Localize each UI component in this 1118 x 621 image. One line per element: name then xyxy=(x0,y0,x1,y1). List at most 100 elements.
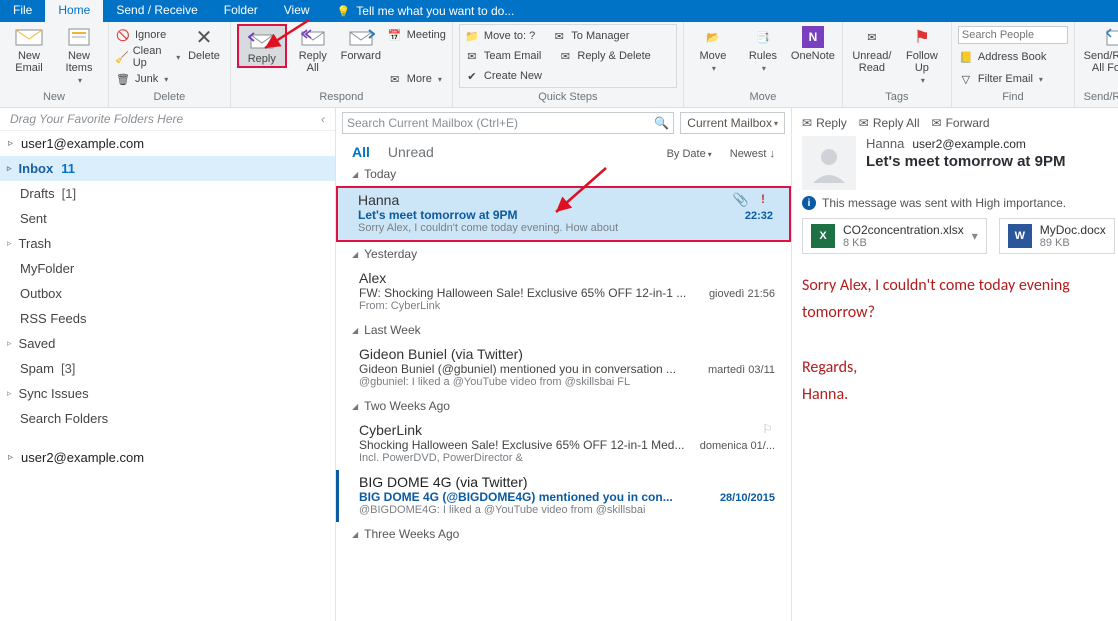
meeting-icon: 📅 xyxy=(387,27,403,43)
forward-button[interactable]: Forward xyxy=(339,24,383,62)
attach-size: 8 KB xyxy=(843,237,964,249)
reading-forward[interactable]: ✉Forward xyxy=(932,116,990,130)
address-book-button[interactable]: 📒Address Book xyxy=(958,48,1068,66)
sort-newest[interactable]: Newest ↓ xyxy=(730,148,775,160)
new-email-label: New Email xyxy=(15,50,43,74)
msg-time: 28/10/2015 xyxy=(720,492,775,504)
ribbon: New Email New Items New 🚫Ignore 🧹Clean U… xyxy=(0,22,1118,108)
follow-up-button[interactable]: ⚑Follow Up xyxy=(899,24,945,85)
folder-sent[interactable]: Sent xyxy=(0,206,335,231)
meeting-button[interactable]: 📅Meeting xyxy=(387,26,446,44)
folder-sent-label: Sent xyxy=(20,211,47,226)
group-yesterday[interactable]: Yesterday xyxy=(336,242,791,266)
folder-myfolder[interactable]: MyFolder xyxy=(0,256,335,281)
unread-icon: ✉ xyxy=(858,26,886,48)
message-lw-gideon[interactable]: Gideon Buniel (via Twitter) Gideon Bunie… xyxy=(336,342,791,394)
reading-reply[interactable]: ✉Reply xyxy=(802,116,847,130)
attachment-xlsx[interactable]: X CO2concentration.xlsx8 KB ▾ xyxy=(802,218,987,254)
move-button[interactable]: 📂Move xyxy=(690,24,736,73)
menu-view[interactable]: View xyxy=(271,0,323,22)
group-last-week[interactable]: Last Week xyxy=(336,318,791,342)
message-yest-alex[interactable]: Alex FW: Shocking Halloween Sale! Exclus… xyxy=(336,266,791,318)
account-2[interactable]: user2@example.com xyxy=(0,445,335,470)
folder-trash[interactable]: Trash xyxy=(0,231,335,256)
folder-spam[interactable]: Spam[3] xyxy=(0,356,335,381)
folder-inbox[interactable]: Inbox11 xyxy=(0,156,335,181)
rules-button[interactable]: 📑Rules xyxy=(740,24,786,73)
folder-drafts[interactable]: Drafts[1] xyxy=(0,181,335,206)
chevron-down-icon[interactable]: ▾ xyxy=(972,229,978,243)
folder-search[interactable]: Search Folders xyxy=(0,406,335,431)
filter-email-button[interactable]: ▽Filter Email xyxy=(958,70,1068,88)
search-placeholder: Search Current Mailbox (Ctrl+E) xyxy=(347,116,518,130)
folder-sync[interactable]: Sync Issues xyxy=(0,381,335,406)
send-receive-all-button[interactable]: Send/Receive All Folders xyxy=(1081,24,1118,74)
qs-team-email[interactable]: ✉Team Email xyxy=(464,47,541,65)
reply-all-button[interactable]: Reply All xyxy=(291,24,335,74)
filter-all[interactable]: All xyxy=(352,144,370,160)
more-respond-button[interactable]: ✉More xyxy=(387,70,446,88)
reply-all-label: Reply All xyxy=(299,50,327,74)
search-people-input[interactable] xyxy=(958,26,1068,44)
group-new: New Email New Items New xyxy=(0,22,109,107)
account-1[interactable]: user1@example.com xyxy=(0,131,335,156)
menu-send-receive[interactable]: Send / Receive xyxy=(103,0,210,22)
attach-name: CO2concentration.xlsx xyxy=(843,223,964,237)
search-scope-dropdown[interactable]: Current Mailbox xyxy=(680,112,785,134)
more-label: More xyxy=(407,73,432,85)
group-find-caption: Find xyxy=(958,91,1068,107)
attachment-docx[interactable]: W MyDoc.docx89 KB xyxy=(999,218,1115,254)
move-to-icon: 📁 xyxy=(464,28,480,44)
rules-label: Rules xyxy=(749,50,777,62)
collapse-folders-icon[interactable]: ‹ xyxy=(321,112,325,126)
reply-button[interactable]: Reply xyxy=(240,27,284,65)
favorites-drop[interactable]: Drag Your Favorite Folders Here ‹ xyxy=(0,108,335,131)
new-items-label: New Items xyxy=(66,50,93,74)
folder-rss[interactable]: RSS Feeds xyxy=(0,306,335,331)
cleanup-button[interactable]: 🧹Clean Up xyxy=(115,48,180,66)
qs-manager-label: To Manager xyxy=(571,30,629,42)
sort-by-date[interactable]: By Date xyxy=(667,148,712,160)
menu-file[interactable]: File xyxy=(0,0,45,22)
qs-reply-delete[interactable]: ✉Reply & Delete xyxy=(557,47,650,65)
importance-icon: ! xyxy=(761,192,765,206)
forward-icon xyxy=(347,26,375,48)
message-tw-cyberlink[interactable]: CyberLink Shocking Halloween Sale! Exclu… xyxy=(336,418,791,470)
qs-to-manager[interactable]: ✉To Manager xyxy=(551,27,629,45)
reply-icon: ✉ xyxy=(802,116,812,130)
junk-button[interactable]: 🗑Junk xyxy=(115,70,180,88)
msg-from: Alex xyxy=(359,270,775,286)
onenote-button[interactable]: NOneNote xyxy=(790,24,836,62)
new-items-button[interactable]: New Items xyxy=(56,24,102,85)
menu-home[interactable]: Home xyxy=(45,0,103,22)
tell-me[interactable]: Tell me what you want to do... xyxy=(323,0,515,22)
main-columns: Drag Your Favorite Folders Here ‹ user1@… xyxy=(0,108,1118,621)
group-three-weeks[interactable]: Three Weeks Ago xyxy=(336,522,791,546)
qs-move-to[interactable]: 📁Move to: ? xyxy=(464,27,535,45)
folder-outbox[interactable]: Outbox xyxy=(0,281,335,306)
message-today-hanna[interactable]: Hanna Let's meet tomorrow at 9PM Sorry A… xyxy=(336,186,791,242)
qs-replydel-label: Reply & Delete xyxy=(577,50,650,62)
msg-time: martedì 03/11 xyxy=(708,364,775,376)
delete-button[interactable]: ✕ Delete xyxy=(184,24,224,62)
quick-steps-gallery[interactable]: 📁Move to: ? ✉To Manager ✉Team Email ✉Rep… xyxy=(459,24,677,88)
folder-saved[interactable]: Saved xyxy=(0,331,335,356)
unread-read-button[interactable]: ✉Unread/ Read xyxy=(849,24,895,74)
new-items-icon xyxy=(65,26,93,48)
search-icon: 🔍 xyxy=(654,116,669,130)
attachments: X CO2concentration.xlsx8 KB ▾ W MyDoc.do… xyxy=(798,218,1118,264)
reading-reply-all[interactable]: ✉Reply All xyxy=(859,116,920,130)
group-two-weeks[interactable]: Two Weeks Ago xyxy=(336,394,791,418)
filter-unread[interactable]: Unread xyxy=(388,144,434,160)
menu-folder[interactable]: Folder xyxy=(211,0,271,22)
ignore-label: Ignore xyxy=(135,29,166,41)
junk-icon: 🗑 xyxy=(115,71,131,87)
tell-me-label: Tell me what you want to do... xyxy=(356,4,514,18)
new-email-button[interactable]: New Email xyxy=(6,24,52,74)
qs-create-new[interactable]: ✔Create New xyxy=(464,67,672,85)
ignore-button[interactable]: 🚫Ignore xyxy=(115,26,180,44)
search-mailbox-input[interactable]: Search Current Mailbox (Ctrl+E) 🔍 xyxy=(342,112,674,134)
group-today[interactable]: Today xyxy=(336,162,791,186)
message-tw-bigdome[interactable]: BIG DOME 4G (via Twitter) BIG DOME 4G (@… xyxy=(336,470,791,522)
reading-forward-label: Forward xyxy=(946,116,990,130)
